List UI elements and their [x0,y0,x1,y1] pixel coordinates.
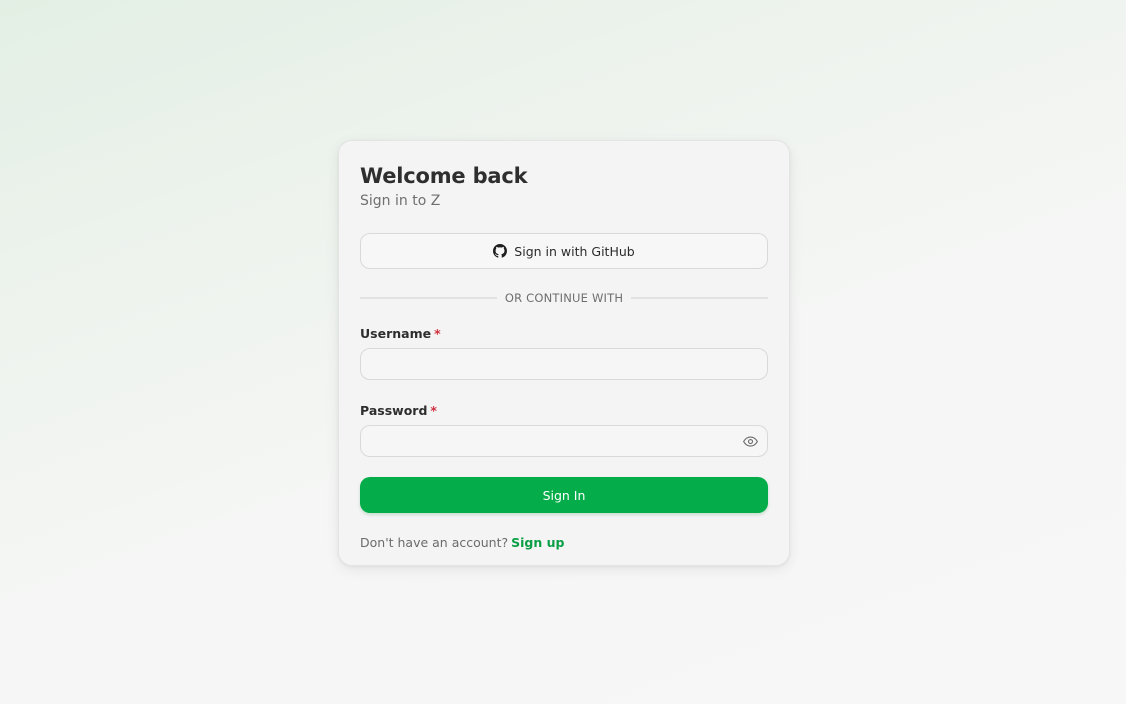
page-title: Welcome back [360,164,528,188]
github-signin-button[interactable]: Sign in with GitHub [360,233,768,269]
divider-line-left [360,297,497,299]
eye-icon[interactable] [742,434,758,448]
password-label-text: Password [360,403,428,418]
signup-link[interactable]: Sign up [511,535,564,550]
required-marker: * [430,403,437,418]
username-field-wrap [360,348,768,380]
divider-text: OR CONTINUE WITH [504,291,624,305]
login-card: Welcome back Sign in to Z Sign in with G… [338,140,790,566]
password-label: Password * [360,403,768,419]
sign-in-button[interactable]: Sign In [360,477,768,513]
divider: OR CONTINUE WITH [360,289,768,307]
github-icon [493,244,508,258]
password-input[interactable] [361,426,767,456]
required-marker: * [434,326,441,341]
password-field-wrap [360,425,768,457]
username-input[interactable] [361,349,767,379]
signup-prompt-text: Don't have an account? [360,535,509,550]
github-signin-label: Sign in with GitHub [514,243,635,259]
username-label-text: Username [360,326,432,341]
page-subtitle: Sign in to Z [360,193,441,209]
divider-line-right [631,297,768,299]
signup-prompt: Don't have an account? Sign up [360,534,768,552]
username-label: Username * [360,326,768,342]
